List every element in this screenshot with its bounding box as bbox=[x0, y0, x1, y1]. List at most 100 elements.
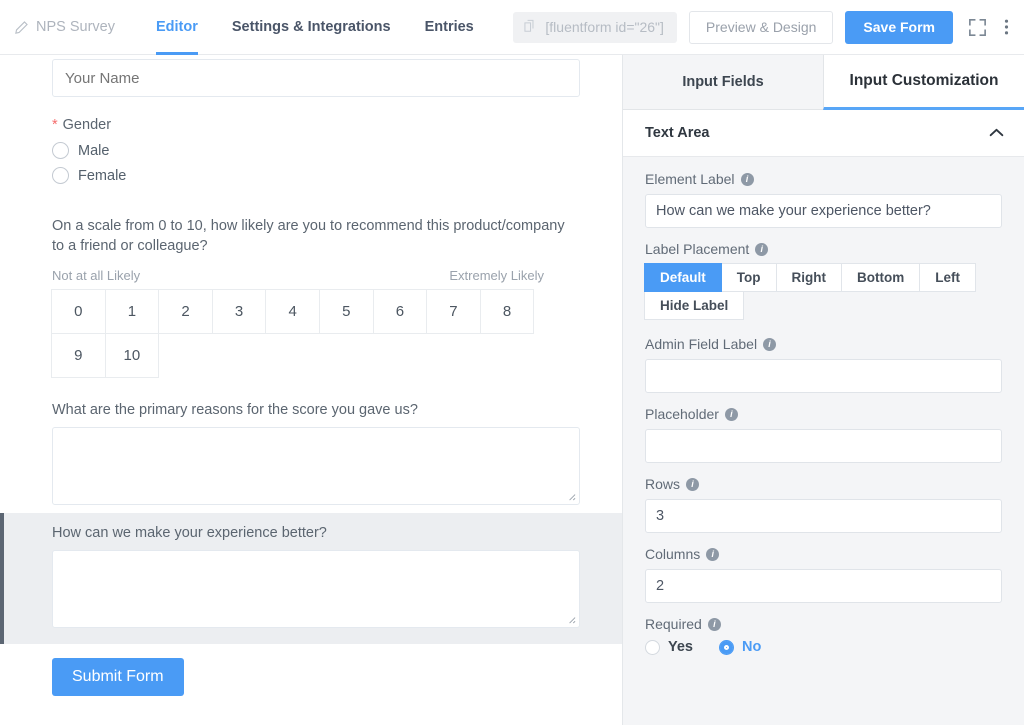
nps-high-label: Extremely Likely bbox=[449, 268, 544, 283]
element-label-input[interactable] bbox=[645, 194, 1002, 228]
primary-reasons-textarea-wrap bbox=[52, 427, 580, 505]
nps-score-4[interactable]: 4 bbox=[265, 289, 320, 334]
columns-input[interactable] bbox=[645, 569, 1002, 603]
required-label: Required i bbox=[645, 616, 1002, 632]
required-option-yes-label: Yes bbox=[668, 639, 693, 655]
nps-score-8[interactable]: 8 bbox=[480, 289, 535, 334]
experience-better-textarea[interactable] bbox=[52, 550, 580, 628]
admin-field-label-label: Admin Field Label i bbox=[645, 336, 1002, 352]
label-placement-hide-label[interactable]: Hide Label bbox=[644, 291, 744, 320]
gender-option-female[interactable]: Female bbox=[52, 167, 580, 184]
preview-design-button[interactable]: Preview & Design bbox=[689, 11, 834, 44]
nps-score-1[interactable]: 1 bbox=[105, 289, 160, 334]
nps-score-grid: 0 1 2 3 4 5 6 7 8 9 10 bbox=[52, 290, 544, 378]
info-icon[interactable]: i bbox=[706, 548, 719, 561]
gender-label: *Gender bbox=[52, 117, 580, 133]
submit-form-button[interactable]: Submit Form bbox=[52, 658, 184, 696]
form-title-block[interactable]: NPS Survey bbox=[14, 19, 115, 35]
admin-field-label-input[interactable] bbox=[645, 359, 1002, 393]
rows-input[interactable] bbox=[645, 499, 1002, 533]
tab-settings-integrations[interactable]: Settings & Integrations bbox=[215, 0, 408, 55]
info-icon[interactable]: i bbox=[755, 243, 768, 256]
gender-option-male[interactable]: Male bbox=[52, 142, 580, 159]
required-option-yes[interactable]: Yes bbox=[645, 639, 693, 655]
placeholder-label: Placeholder i bbox=[645, 406, 1002, 422]
required-asterisk: * bbox=[52, 117, 58, 133]
primary-reasons-textarea[interactable] bbox=[52, 427, 580, 505]
nps-score-6[interactable]: 6 bbox=[373, 289, 428, 334]
label-placement-label: Label Placement i bbox=[645, 241, 1002, 257]
info-icon[interactable]: i bbox=[725, 408, 738, 421]
form-title: NPS Survey bbox=[36, 19, 115, 35]
label-placement-group: Default Top Right Bottom Left Hide Label bbox=[645, 264, 979, 320]
name-input[interactable] bbox=[52, 59, 580, 97]
info-icon[interactable]: i bbox=[686, 478, 699, 491]
nps-end-labels: Not at all Likely Extremely Likely bbox=[52, 268, 544, 283]
required-option-no[interactable]: No bbox=[719, 639, 761, 655]
top-bar-actions: [fluentform id="26"] Preview & Design Sa… bbox=[513, 11, 1011, 44]
gender-option-female-label: Female bbox=[78, 168, 126, 184]
form-editor-canvas: *Gender Male Female On a scale from 0 to… bbox=[0, 55, 622, 725]
copy-icon[interactable] bbox=[523, 19, 537, 36]
save-form-button[interactable]: Save Form bbox=[845, 11, 953, 44]
nav-tabs: Editor Settings & Integrations Entries bbox=[139, 0, 491, 55]
radio-selected-icon[interactable] bbox=[719, 640, 734, 655]
label-placement-default[interactable]: Default bbox=[644, 263, 722, 292]
section-header-text-area[interactable]: Text Area bbox=[623, 110, 1024, 157]
nps-score-7[interactable]: 7 bbox=[426, 289, 481, 334]
top-bar: NPS Survey Editor Settings & Integration… bbox=[0, 0, 1024, 55]
required-option-no-label: No bbox=[742, 639, 761, 655]
label-placement-left[interactable]: Left bbox=[919, 263, 976, 292]
chevron-up-icon[interactable] bbox=[989, 125, 1004, 141]
tab-input-customization[interactable]: Input Customization bbox=[823, 55, 1024, 110]
shortcode-text: [fluentform id="26"] bbox=[545, 19, 664, 35]
experience-better-label: How can we make your experience better? bbox=[52, 525, 580, 541]
panel-tabs: Input Fields Input Customization bbox=[623, 55, 1024, 110]
tab-entries-label: Entries bbox=[425, 19, 474, 35]
placeholder-input[interactable] bbox=[645, 429, 1002, 463]
primary-reasons-label: What are the primary reasons for the sco… bbox=[52, 402, 580, 418]
nps-score-0[interactable]: 0 bbox=[51, 289, 106, 334]
radio-icon[interactable] bbox=[52, 167, 69, 184]
nps-question: On a scale from 0 to 10, how likely are … bbox=[52, 216, 580, 256]
settings-form: Element Label i Label Placement i Defaul… bbox=[623, 157, 1024, 655]
experience-better-textarea-wrap bbox=[52, 550, 580, 628]
info-icon[interactable]: i bbox=[763, 338, 776, 351]
shortcode-box[interactable]: [fluentform id="26"] bbox=[513, 12, 677, 43]
tab-editor[interactable]: Editor bbox=[139, 0, 215, 55]
section-title: Text Area bbox=[645, 125, 709, 141]
label-placement-right[interactable]: Right bbox=[776, 263, 843, 292]
element-label-label: Element Label i bbox=[645, 171, 1002, 187]
kebab-menu-icon[interactable] bbox=[1002, 15, 1011, 39]
nps-score-9[interactable]: 9 bbox=[51, 333, 106, 378]
field-nps-score[interactable]: On a scale from 0 to 10, how likely are … bbox=[0, 200, 622, 386]
radio-icon[interactable] bbox=[52, 142, 69, 159]
radio-icon[interactable] bbox=[645, 640, 660, 655]
label-placement-top[interactable]: Top bbox=[721, 263, 777, 292]
info-icon[interactable]: i bbox=[741, 173, 754, 186]
field-experience-better[interactable]: How can we make your experience better? bbox=[0, 513, 622, 644]
field-primary-reasons[interactable]: What are the primary reasons for the sco… bbox=[0, 386, 622, 513]
gender-option-male-label: Male bbox=[78, 143, 109, 159]
tab-input-fields-label: Input Fields bbox=[682, 74, 763, 90]
tab-input-customization-label: Input Customization bbox=[850, 72, 999, 90]
tab-editor-label: Editor bbox=[156, 19, 198, 35]
field-gender[interactable]: *Gender Male Female bbox=[0, 105, 622, 200]
tab-settings-integrations-label: Settings & Integrations bbox=[232, 19, 391, 35]
tab-input-fields[interactable]: Input Fields bbox=[623, 55, 823, 110]
pencil-icon bbox=[14, 20, 29, 35]
nps-score-3[interactable]: 3 bbox=[212, 289, 267, 334]
fullscreen-icon[interactable] bbox=[965, 15, 990, 40]
settings-panel: Input Fields Input Customization Text Ar… bbox=[622, 55, 1024, 725]
info-icon[interactable]: i bbox=[708, 618, 721, 631]
rows-label: Rows i bbox=[645, 476, 1002, 492]
nps-score-5[interactable]: 5 bbox=[319, 289, 374, 334]
nps-score-2[interactable]: 2 bbox=[158, 289, 213, 334]
columns-label: Columns i bbox=[645, 546, 1002, 562]
field-name[interactable] bbox=[0, 55, 622, 105]
label-placement-bottom[interactable]: Bottom bbox=[841, 263, 920, 292]
nps-score-10[interactable]: 10 bbox=[105, 333, 160, 378]
required-radio-group: Yes No bbox=[645, 639, 1002, 655]
nps-low-label: Not at all Likely bbox=[52, 268, 140, 283]
tab-entries[interactable]: Entries bbox=[408, 0, 491, 55]
